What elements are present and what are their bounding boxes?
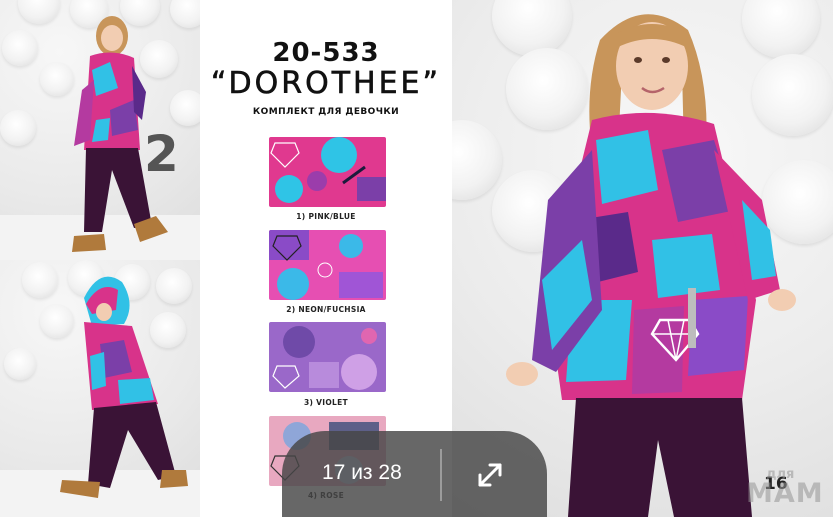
photo-girl-standing: 2 xyxy=(0,0,200,260)
swatch-label: 1) PINK/BLUE xyxy=(296,212,356,221)
photo-number-label: 2 xyxy=(144,125,179,183)
fabric-swatch-violet[interactable] xyxy=(269,322,386,392)
swatch-label: 2) NEON/FUCHSIA xyxy=(286,305,366,314)
gallery-counter: 17 из 28 xyxy=(322,461,402,484)
watermark-line2: МАМ xyxy=(746,478,824,509)
product-name: “DOROTHEE” xyxy=(210,66,442,102)
product-subtitle: КОМПЛЕКТ ДЛЯ ДЕВОЧКИ xyxy=(252,107,400,117)
fabric-swatch-neon-fuchsia[interactable] xyxy=(269,230,386,300)
girl-figure-left-bottom xyxy=(60,276,188,498)
controls-divider xyxy=(440,449,442,501)
fabric-swatch-pink-blue[interactable] xyxy=(269,137,386,207)
product-code: 20-533 xyxy=(272,38,380,68)
photo-girl-walking xyxy=(0,260,200,517)
expand-arrows-icon[interactable] xyxy=(474,459,506,491)
swatch-label: 3) VIOLET xyxy=(304,398,348,407)
